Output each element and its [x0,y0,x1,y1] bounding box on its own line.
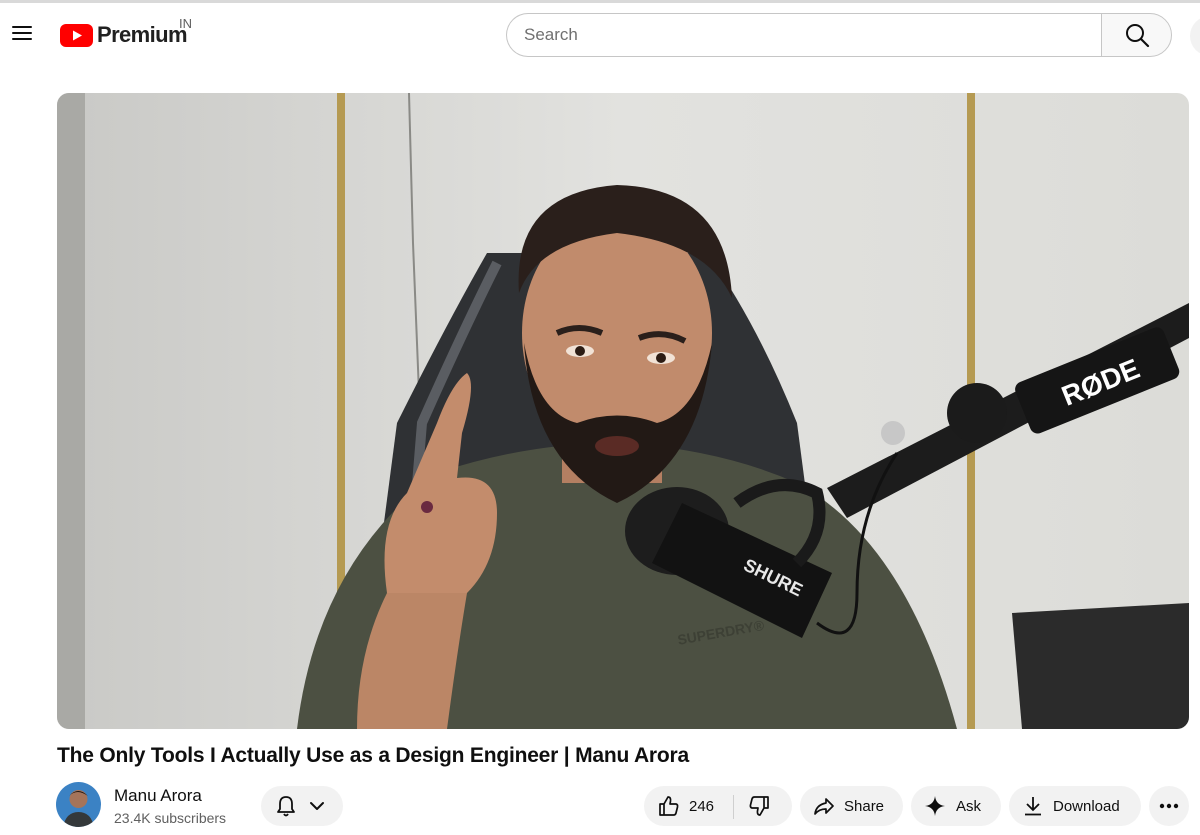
like-button[interactable]: 246 [644,786,733,826]
share-button[interactable]: Share [800,786,903,826]
notification-button[interactable] [261,786,343,826]
channel-avatar[interactable] [56,782,101,827]
search-icon [1125,24,1149,48]
more-actions-button[interactable] [1149,786,1189,826]
share-label: Share [844,797,885,815]
youtube-logo-icon [60,23,93,47]
video-player[interactable]: RØDE SHURE SUPERDRY® [57,93,1189,729]
share-arrow-icon [814,798,834,815]
more-dots-icon [1159,803,1179,809]
avatar-image [56,782,101,827]
search-button[interactable] [1101,13,1172,57]
ask-label: Ask [956,797,982,815]
country-code: IN [179,16,192,31]
thumbs-up-icon [659,796,679,816]
thumbs-down-icon [749,796,769,816]
download-button[interactable]: Download [1009,786,1141,826]
dislike-button[interactable] [733,786,792,826]
subscriber-count: 23.4K subscribers [114,810,227,826]
video-title: The Only Tools I Actually Use as a Desig… [57,744,689,767]
voice-search-button[interactable] [1190,16,1200,56]
ask-button[interactable]: Ask [911,786,1001,826]
menu-button[interactable] [8,19,36,47]
logo-word: Premium [97,22,188,47]
top-border [0,0,1200,3]
menu-icon [12,26,32,28]
like-count: 246 [689,797,715,815]
video-frame: RØDE SHURE SUPERDRY® [57,93,1189,729]
bell-icon [277,796,295,817]
youtube-premium-logo[interactable]: Premium IN [60,16,192,48]
search-input[interactable] [524,14,1084,56]
chevron-down-icon [310,802,324,810]
download-label: Download [1053,797,1120,815]
like-divider [733,795,734,819]
search-box[interactable] [506,13,1102,57]
like-dislike-group: 246 [644,786,792,826]
channel-name[interactable]: Manu Arora [114,786,202,806]
download-icon [1025,797,1041,816]
sparkle-icon [925,796,945,816]
